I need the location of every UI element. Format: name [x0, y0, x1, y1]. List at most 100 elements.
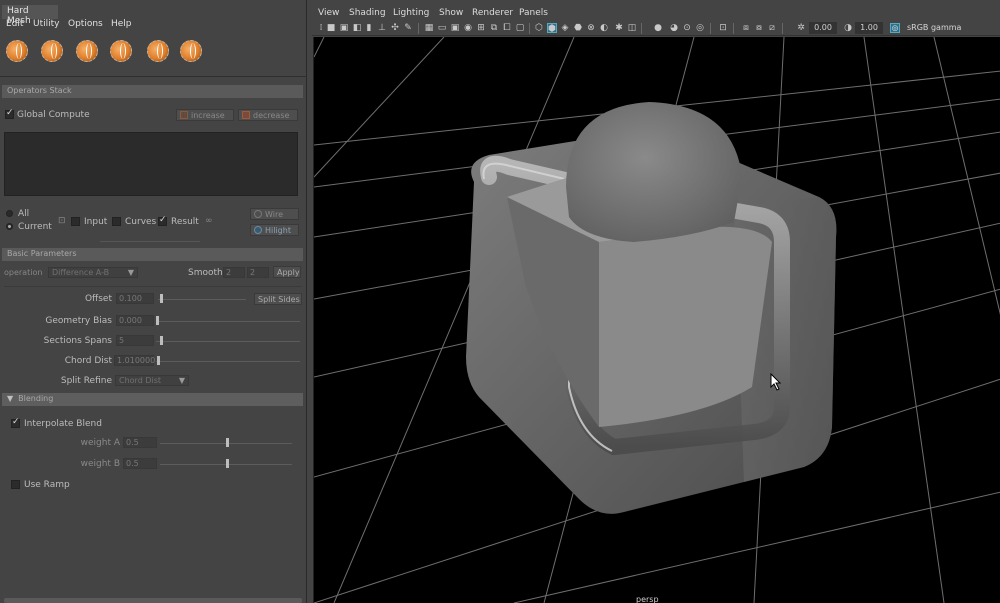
radio-all[interactable]	[6, 210, 13, 217]
wireframe-on-shaded-icon[interactable]: ◈	[560, 23, 570, 33]
anti-alias-icon[interactable]: ⊙	[682, 23, 692, 33]
offset-field[interactable]: 0.100	[116, 293, 154, 304]
operators-stack-list[interactable]	[4, 132, 298, 196]
smooth-a-field[interactable]: 2	[223, 267, 245, 278]
xray-icon[interactable]: ◫	[627, 23, 637, 33]
menu-renderer[interactable]: Renderer	[472, 8, 513, 18]
link-icon[interactable]: ∞	[205, 216, 213, 226]
menu-options[interactable]: Options	[68, 19, 103, 29]
menu-show[interactable]: Show	[439, 8, 463, 18]
operators-stack-header[interactable]: Operators Stack	[2, 85, 303, 98]
field-chart-icon[interactable]: ⊞	[476, 23, 486, 33]
gamma-icon[interactable]: ◑	[843, 23, 853, 33]
color-space-label[interactable]: sRGB gamma	[907, 23, 961, 32]
sphere-tool-icon-6[interactable]	[180, 40, 202, 62]
smooth-b-field[interactable]: 2	[247, 267, 269, 278]
result-checkbox[interactable]	[158, 215, 167, 226]
chord-dist-field[interactable]: 1.010000	[114, 355, 155, 366]
letterbox-icon[interactable]: ▢	[515, 23, 525, 33]
split-sides-button[interactable]: Split Sides	[254, 293, 302, 305]
sphere-tool-icon-5[interactable]	[147, 40, 169, 62]
use-lights-icon[interactable]: ⊗	[586, 23, 596, 33]
weight-b-slider-handle[interactable]	[226, 459, 229, 468]
curves-checkbox[interactable]	[112, 217, 121, 226]
sphere-tool-icon-1[interactable]	[6, 40, 28, 62]
exposure-field[interactable]: 0.00	[809, 22, 837, 34]
sphere-tool-icon-2[interactable]	[41, 40, 63, 62]
panel-title-tab[interactable]: Hard Mesh	[2, 5, 58, 26]
gate-mask-icon[interactable]: ◉	[463, 23, 473, 33]
wire-button[interactable]: Wire	[250, 208, 299, 220]
apply-button[interactable]: Apply	[273, 266, 301, 278]
depth-of-field-icon[interactable]: ◎	[695, 23, 705, 33]
hilight-button[interactable]: Hilight	[250, 224, 299, 236]
increase-button[interactable]: increase	[176, 109, 234, 121]
sections-spans-field[interactable]: 5	[116, 335, 154, 346]
menu-panels[interactable]: Panels	[519, 8, 548, 18]
menu-view[interactable]: View	[318, 8, 339, 18]
safe-action-icon[interactable]: ⧉	[489, 23, 499, 33]
resolution-gate-icon[interactable]: ▣	[450, 23, 460, 33]
lightbulb-icon[interactable]: ✱	[614, 23, 624, 33]
safe-title-icon[interactable]: ⧠	[502, 23, 512, 33]
input-checkbox[interactable]	[71, 217, 80, 226]
blending-header[interactable]: ▼ Blending	[2, 393, 303, 406]
radio-current[interactable]	[6, 223, 13, 230]
menu-edit[interactable]: Edit	[6, 19, 23, 29]
menu-lighting[interactable]: Lighting	[393, 8, 429, 18]
offset-slider[interactable]	[158, 299, 246, 300]
sections-spans-slider[interactable]	[156, 341, 300, 342]
horizontal-scrollbar[interactable]	[4, 598, 302, 603]
isolate-select-icon[interactable]: ⊡	[718, 23, 728, 33]
basic-parameters-header[interactable]: Basic Parameters	[2, 248, 303, 261]
image-plane-icon[interactable]: ▮	[364, 23, 374, 33]
menu-help[interactable]: Help	[111, 19, 132, 29]
weight-a-slider-handle[interactable]	[226, 438, 229, 447]
hilight-icon	[254, 226, 262, 234]
exposure-icon[interactable]: ✲	[796, 23, 806, 33]
drag-handle[interactable]	[100, 241, 200, 242]
increase-label: increase	[191, 111, 225, 120]
sphere-tool-icon-3[interactable]	[76, 40, 98, 62]
sphere-tool-icon-4[interactable]	[110, 40, 132, 62]
weight-a-field[interactable]: 0.5	[123, 437, 157, 448]
split-refine-dropdown[interactable]: Chord Dist ▼	[115, 375, 189, 386]
weight-b-field[interactable]: 0.5	[123, 458, 157, 469]
ambient-occlusion-icon[interactable]: ●	[653, 23, 663, 33]
decrease-button[interactable]: decrease	[238, 109, 298, 121]
shadows-icon[interactable]: ◐	[599, 23, 609, 33]
sections-spans-slider-handle[interactable]	[160, 336, 163, 345]
geometry-bias-field[interactable]: 0.000	[116, 315, 154, 326]
xray-active-icon[interactable]: ⧇	[754, 23, 764, 33]
3d-viewport[interactable]	[313, 37, 1000, 603]
chord-dist-slider-handle[interactable]	[157, 356, 160, 365]
backface-culling-icon[interactable]: ⧄	[767, 23, 777, 33]
snap-icon[interactable]: ✣	[390, 23, 400, 33]
geometry-bias-slider[interactable]	[156, 321, 300, 322]
bookmark-icon[interactable]: ◧	[352, 23, 362, 33]
gamma-field[interactable]: 1.00	[855, 22, 883, 34]
menu-utility[interactable]: Utility	[33, 19, 59, 29]
pen-icon[interactable]: ✎	[403, 23, 413, 33]
divider	[4, 286, 302, 287]
film-gate-icon[interactable]: ▭	[437, 23, 447, 33]
motion-blur-icon[interactable]: ◕	[669, 23, 679, 33]
wireframe-icon[interactable]: ⬡	[534, 23, 544, 33]
menu-shading[interactable]: Shading	[349, 8, 386, 18]
interpolate-blend-checkbox[interactable]	[11, 417, 20, 428]
textured-icon[interactable]: ⬣	[573, 23, 583, 33]
color-management-icon[interactable]: ⊚	[890, 23, 900, 34]
global-compute-checkbox[interactable]	[5, 108, 14, 119]
geometry-bias-slider-handle[interactable]	[156, 316, 159, 325]
smooth-shade-icon[interactable]: ⬢	[547, 23, 557, 34]
lock-icon[interactable]: ⊡	[58, 216, 66, 226]
operation-dropdown[interactable]: Difference A-B ▼	[48, 267, 138, 278]
chord-dist-slider[interactable]	[156, 361, 300, 362]
offset-slider-handle[interactable]	[160, 294, 163, 303]
grid-toggle-icon[interactable]: ⊥	[377, 23, 387, 33]
grid-icon[interactable]: ▦	[424, 23, 434, 33]
camera-icon[interactable]: ■	[326, 23, 336, 33]
use-ramp-checkbox[interactable]	[11, 480, 20, 489]
camera-attributes-icon[interactable]: ▣	[339, 23, 349, 33]
xray-joints-icon[interactable]: ⧈	[741, 23, 751, 33]
